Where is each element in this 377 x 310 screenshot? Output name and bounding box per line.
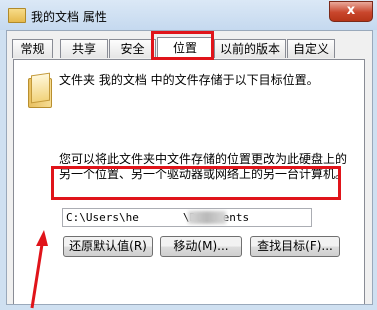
title-bar: 我的文档 属性 x bbox=[0, 0, 377, 30]
window-title: 我的文档 属性 bbox=[31, 10, 107, 24]
folder-description: 文件夹 我的文档 中的文件存储于以下目标位置。 bbox=[59, 73, 319, 87]
tab-sharing[interactable]: 共享 bbox=[60, 39, 108, 58]
tab-previous-versions[interactable]: 以前的版本 bbox=[214, 39, 286, 58]
location-tab-highlight bbox=[151, 31, 214, 60]
tab-customize[interactable]: 自定义 bbox=[287, 39, 335, 58]
path-highlight bbox=[51, 166, 341, 200]
restore-default-button[interactable]: 还原默认值(R) bbox=[63, 236, 153, 257]
find-target-button[interactable]: 查找目标(F)... bbox=[250, 236, 340, 257]
tab-security[interactable]: 安全 bbox=[109, 39, 156, 58]
red-arrow-icon bbox=[30, 230, 48, 309]
redaction-blur bbox=[188, 211, 226, 224]
move-button[interactable]: 移动(M)... bbox=[160, 236, 242, 257]
documents-folder-icon bbox=[28, 72, 52, 108]
path-prefix: C:\Users\he bbox=[66, 211, 139, 224]
folder-icon bbox=[8, 8, 26, 23]
close-button[interactable]: x bbox=[329, 1, 373, 22]
tab-general[interactable]: 常规 bbox=[12, 39, 53, 58]
path-field[interactable]: C:\Users\he\Documents bbox=[62, 208, 312, 227]
